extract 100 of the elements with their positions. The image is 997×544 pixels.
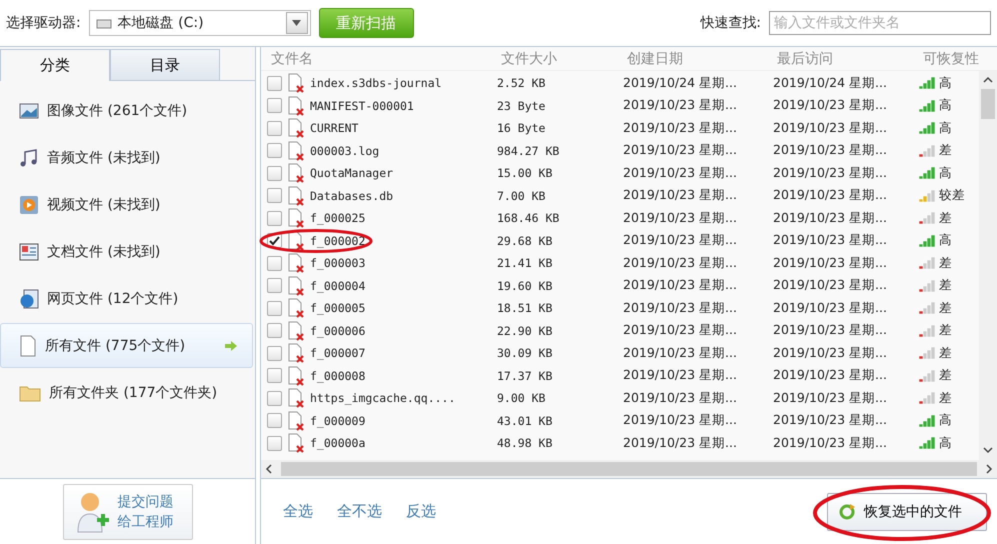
row-checkbox[interactable]	[267, 188, 282, 204]
recoverability-rating: 差	[939, 254, 952, 272]
file-name: f_000009	[310, 414, 366, 428]
horizontal-scrollbar[interactable]	[261, 460, 997, 478]
file-name: f_000006	[310, 324, 366, 338]
row-checkbox[interactable]	[267, 390, 282, 406]
deleted-file-icon	[287, 230, 305, 251]
category-item[interactable]: 视频文件 (未找到)	[0, 182, 253, 227]
document-icon	[19, 242, 39, 262]
category-item[interactable]: 文档文件 (未找到)	[0, 229, 253, 274]
created-date: 2019/10/23 星期...	[623, 412, 738, 430]
recover-button[interactable]: 恢复选中的文件	[827, 492, 987, 530]
recoverability-rating: 差	[939, 142, 952, 160]
deleted-file-icon	[287, 118, 305, 138]
recoverability-rating: 差	[939, 277, 952, 294]
created-date: 2019/10/23 星期...	[623, 187, 738, 204]
chevron-down-icon[interactable]	[983, 447, 993, 454]
row-checkbox[interactable]	[267, 278, 282, 294]
music-note-icon	[19, 148, 39, 166]
created-date: 2019/10/23 星期...	[623, 254, 738, 272]
signal-bars-icon	[919, 302, 935, 314]
signal-bars-icon	[919, 324, 935, 337]
search-field[interactable]: 输入文件或文件夹名	[769, 11, 991, 35]
chevron-left-icon[interactable]	[265, 464, 273, 474]
selection-link[interactable]: 全不选	[337, 502, 382, 521]
created-date: 2019/10/23 星期...	[623, 232, 738, 250]
signal-bars-icon	[919, 144, 935, 157]
selection-link[interactable]: 反选	[406, 502, 436, 521]
row-checkbox[interactable]	[267, 346, 282, 361]
recoverability-rating: 差	[939, 322, 952, 340]
scrollbar-thumb[interactable]	[281, 462, 977, 476]
last-access-date: 2019/10/23 星期...	[773, 412, 888, 430]
recoverability-rating: 高	[939, 97, 952, 114]
file-size: 29.68 KB	[497, 234, 554, 248]
last-access-date: 2019/10/23 星期...	[773, 210, 888, 227]
vertical-scrollbar[interactable]	[979, 71, 997, 460]
drive-dropdown[interactable]: 本地磁盘 (C:)	[88, 10, 311, 36]
created-date: 2019/10/23 星期...	[623, 277, 738, 294]
row-checkbox[interactable]	[267, 323, 282, 338]
created-date: 2019/10/23 星期...	[623, 300, 738, 317]
last-access-date: 2019/10/23 星期...	[773, 97, 888, 114]
row-checkbox[interactable]	[267, 300, 282, 316]
last-access-date: 2019/10/23 星期...	[773, 434, 888, 452]
file-size: 984.27 KB	[497, 144, 560, 158]
file-name: index.s3dbs-journal	[310, 76, 442, 90]
file-name: https_imgcache.qq....	[310, 391, 456, 406]
signal-bars-icon	[919, 122, 935, 134]
row-checkbox[interactable]	[267, 98, 282, 114]
signal-bars-icon	[919, 77, 935, 90]
file-name: MANIFEST-000001	[310, 98, 414, 113]
recoverability-rating: 较差	[939, 187, 965, 204]
last-access-date: 2019/10/23 星期...	[773, 254, 888, 272]
last-access-date: 2019/10/23 星期...	[773, 367, 888, 384]
created-date: 2019/10/23 星期...	[623, 390, 738, 407]
row-checkbox[interactable]	[267, 368, 282, 384]
row-checkbox[interactable]	[267, 413, 282, 428]
category-item[interactable]: 所有文件 (775个文件)	[0, 323, 253, 368]
row-checkbox[interactable]	[267, 436, 282, 451]
signal-bars-icon	[919, 212, 935, 224]
file-size: 48.98 KB	[497, 436, 554, 450]
deleted-file-icon	[287, 320, 305, 341]
recoverability-rating: 差	[939, 390, 952, 407]
recycle-icon	[838, 502, 856, 520]
tab[interactable]: 目录	[110, 49, 220, 80]
recoverability-rating: 高	[939, 120, 952, 137]
row-checkbox[interactable]	[267, 256, 282, 271]
last-access-date: 2019/10/23 星期...	[773, 187, 888, 204]
file-size: 9.00 KB	[497, 391, 546, 406]
created-date: 2019/10/24 星期...	[623, 74, 738, 92]
row-checkbox[interactable]	[267, 210, 282, 226]
row-checkbox[interactable]	[267, 76, 282, 91]
chevron-right-icon[interactable]	[985, 464, 993, 474]
signal-bars-icon	[919, 100, 935, 112]
created-date: 2019/10/23 星期...	[623, 120, 738, 137]
signal-bars-icon	[919, 234, 935, 247]
row-checkbox[interactable]	[267, 166, 282, 181]
support-button[interactable]: 提交问题 给工程师	[62, 484, 192, 540]
deleted-file-icon	[287, 163, 305, 184]
file-size: 16 Byte	[497, 121, 546, 136]
deleted-file-icon	[287, 410, 305, 431]
created-date: 2019/10/23 星期...	[623, 322, 738, 340]
chevron-up-icon[interactable]	[983, 76, 993, 83]
file-size: 168.46 KB	[497, 211, 560, 226]
scrollbar-thumb[interactable]	[981, 89, 995, 119]
file-size: 2.52 KB	[497, 76, 546, 90]
row-checkbox[interactable]	[267, 143, 282, 158]
recoverability-rating: 差	[939, 344, 952, 362]
dropdown-button[interactable]	[286, 12, 308, 34]
category-item[interactable]: 网页文件 (12个文件)	[0, 276, 253, 321]
selection-link[interactable]: 全选	[283, 502, 313, 521]
category-item[interactable]: 所有文件夹 (177个文件夹)	[0, 370, 253, 415]
deleted-file-icon	[287, 140, 305, 161]
signal-bars-icon	[919, 392, 935, 404]
file-name: f_00000a	[310, 436, 366, 450]
tab[interactable]: 分类	[0, 49, 110, 81]
file-size: 21.41 KB	[497, 256, 554, 270]
row-checkbox[interactable]	[267, 120, 282, 136]
category-item[interactable]: 图像文件 (261个文件)	[0, 88, 253, 133]
signal-bars-icon	[919, 257, 935, 270]
category-item[interactable]: 音频文件 (未找到)	[0, 135, 253, 180]
